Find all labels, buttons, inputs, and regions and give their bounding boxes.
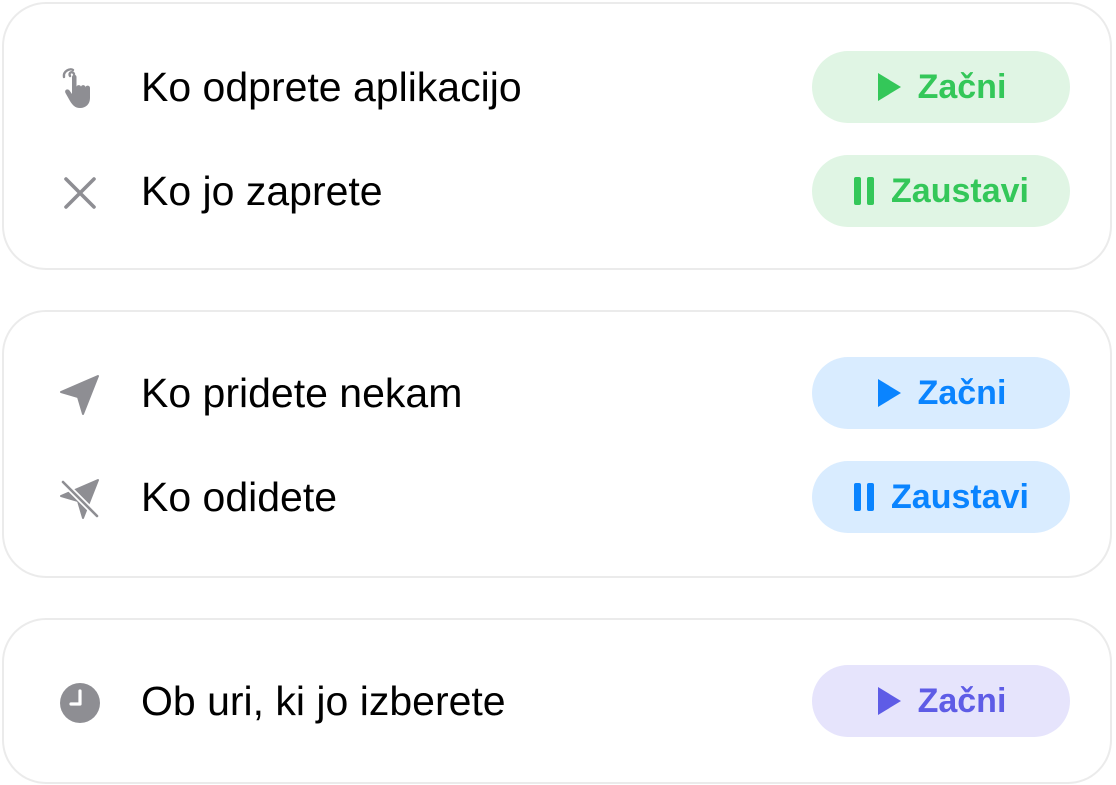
start-button-label: Začni	[917, 373, 1007, 412]
row-label: Ko pridete nekam	[141, 370, 463, 416]
close-icon	[58, 171, 102, 215]
location-slash-icon	[58, 477, 102, 521]
stop-button[interactable]: Zaustavi	[812, 461, 1070, 533]
start-button[interactable]: Začni	[812, 665, 1070, 737]
start-button[interactable]: Začni	[812, 51, 1070, 123]
location-arrow-icon	[58, 373, 102, 417]
row-time: Ob uri, ki jo izberete Začni	[4, 665, 1110, 737]
row-app-close: Ko jo zaprete Zaustavi	[4, 155, 1110, 227]
row-label: Ko odprete aplikacijo	[141, 64, 522, 110]
row-app-open: Ko odprete aplikacijo Začni	[4, 51, 1110, 123]
start-button-label: Začni	[917, 681, 1007, 720]
pause-icon	[853, 176, 875, 206]
start-button[interactable]: Začni	[812, 357, 1070, 429]
row-leave: Ko odidete Zaustavi	[4, 461, 1110, 533]
row-label: Ko jo zaprete	[141, 168, 383, 214]
clock-icon	[58, 681, 102, 725]
location-card: Ko pridete nekam Začni Ko odidete Zausta…	[2, 310, 1112, 578]
start-button-label: Začni	[917, 67, 1007, 106]
time-card: Ob uri, ki jo izberete Začni	[2, 618, 1112, 784]
app-open-close-card: Ko odprete aplikacijo Začni Ko jo zapret…	[2, 2, 1112, 270]
pause-icon	[853, 482, 875, 512]
stop-button-label: Zaustavi	[891, 171, 1029, 210]
hand-tap-icon	[58, 67, 102, 111]
play-icon	[876, 72, 902, 102]
stop-button-label: Zaustavi	[891, 477, 1029, 516]
play-icon	[876, 686, 902, 716]
play-icon	[876, 378, 902, 408]
row-arrive: Ko pridete nekam Začni	[4, 357, 1110, 429]
stop-button[interactable]: Zaustavi	[812, 155, 1070, 227]
row-label: Ko odidete	[141, 474, 338, 520]
row-label: Ob uri, ki jo izberete	[141, 678, 506, 724]
